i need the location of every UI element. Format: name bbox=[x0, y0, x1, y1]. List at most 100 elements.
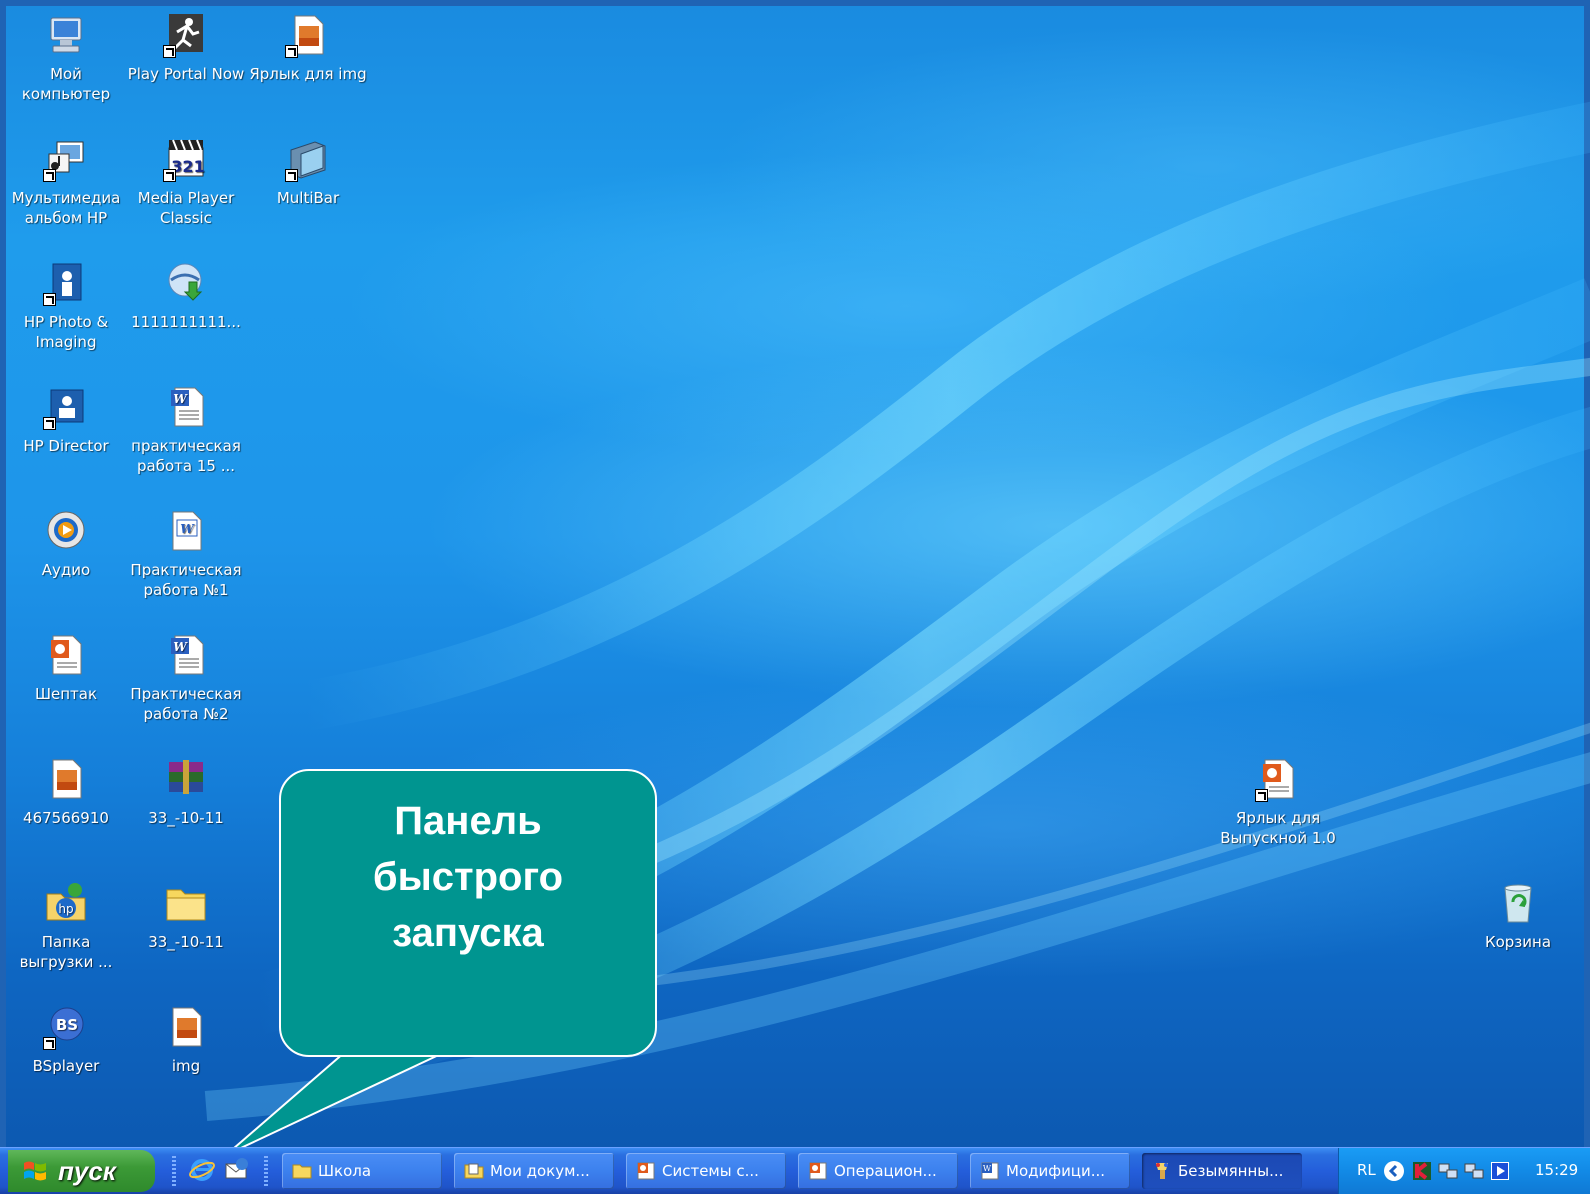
desktop-icon-label: Аудио bbox=[41, 561, 91, 579]
task-button-operating[interactable]: Операцион... bbox=[798, 1153, 958, 1189]
desktop-icon-33-archive[interactable]: 33_-10-11 bbox=[126, 756, 246, 828]
svg-text:W: W bbox=[173, 640, 188, 654]
word-document-icon: W bbox=[163, 384, 209, 430]
start-button-label: пуск bbox=[58, 1156, 116, 1186]
desktop-icon-bsplayer[interactable]: BS BSplayer bbox=[6, 1004, 126, 1076]
desktop-icon-label: 467566910 bbox=[23, 809, 109, 827]
powerpoint-shortcut-icon bbox=[1255, 756, 1301, 802]
powerpoint-icon bbox=[809, 1162, 827, 1180]
svg-text:W: W bbox=[173, 392, 188, 406]
task-button-modification[interactable]: W Модифици... bbox=[970, 1153, 1130, 1189]
network-icon[interactable] bbox=[1437, 1160, 1459, 1182]
desktop-icon-vypusknoy-shortcut[interactable]: Ярлык для Выпускной 1.0 bbox=[1218, 756, 1338, 848]
callout-line: Панель bbox=[394, 799, 542, 843]
my-computer-icon bbox=[43, 12, 89, 58]
quick-launch-grip[interactable] bbox=[172, 1156, 176, 1186]
desktop-icon-label: Ярлык для Выпускной 1.0 bbox=[1220, 809, 1336, 847]
desktop-icon-sheptak[interactable]: Шептак bbox=[6, 632, 126, 704]
my-documents-icon bbox=[464, 1163, 484, 1179]
desktop-icon-label: Мультимедиа альбом HP bbox=[11, 189, 121, 227]
task-button-label: Безымянны... bbox=[1178, 1162, 1284, 1180]
desktop-icon-467566910[interactable]: 467566910 bbox=[6, 756, 126, 828]
svg-text:hp: hp bbox=[58, 902, 73, 916]
desktop-icon-media-player-classic[interactable]: 321 Media Player Classic bbox=[126, 136, 246, 228]
task-button-label: Модифици... bbox=[1006, 1162, 1106, 1180]
powerpoint-file-icon bbox=[43, 632, 89, 678]
start-button[interactable]: пуск bbox=[8, 1150, 155, 1192]
svg-text:321: 321 bbox=[171, 157, 204, 176]
svg-text:W: W bbox=[180, 522, 195, 536]
hp-director-icon bbox=[43, 384, 89, 430]
internet-explorer-icon[interactable] bbox=[188, 1156, 216, 1184]
task-button-label: Системы с... bbox=[662, 1162, 759, 1180]
quick-launch-grip[interactable] bbox=[264, 1156, 268, 1186]
clock[interactable]: 15:29 bbox=[1535, 1161, 1578, 1179]
callout-line: быстрого bbox=[372, 855, 564, 899]
desktop-icon-label: 33_-10-11 bbox=[148, 809, 224, 827]
winrar-archive-icon bbox=[163, 756, 209, 802]
windows-logo-icon bbox=[24, 1161, 46, 1181]
image-file-icon bbox=[43, 756, 89, 802]
desktop-icon-33-folder[interactable]: 33_-10-11 bbox=[126, 880, 246, 952]
svg-text:BS: BS bbox=[56, 1016, 78, 1034]
desktop-icon-label: Ярлык для img bbox=[249, 65, 367, 83]
desktop-icon-label: практическая работа 15 ... bbox=[131, 437, 241, 475]
task-button-my-documents[interactable]: Мои докум... bbox=[454, 1153, 614, 1189]
show-hidden-icon[interactable] bbox=[1383, 1160, 1405, 1182]
task-button-untitled-paint[interactable]: Безымянны... bbox=[1142, 1153, 1302, 1189]
callout-tail bbox=[225, 1050, 448, 1156]
download-file-icon bbox=[163, 260, 209, 306]
desktop-icon-practical-1[interactable]: W Практическая работа №1 bbox=[126, 508, 246, 600]
hp-media-album-icon bbox=[43, 136, 89, 182]
desktop-icon-practical-2[interactable]: W Практическая работа №2 bbox=[126, 632, 246, 724]
desktop-icon-label: BSplayer bbox=[32, 1057, 100, 1075]
recycle-bin-icon bbox=[1495, 880, 1541, 926]
desktop-icon-label: HP Photo & Imaging bbox=[23, 313, 109, 351]
svg-text:W: W bbox=[983, 1164, 992, 1173]
task-button-label: Школа bbox=[318, 1162, 372, 1180]
bsplayer-icon: BS bbox=[43, 1004, 89, 1050]
desktop-icon-upload-folder[interactable]: hp Папка выгрузки ... bbox=[6, 880, 126, 972]
desktop-icon-audio[interactable]: Аудио bbox=[6, 508, 126, 580]
desktop-icon-label: Шептак bbox=[34, 685, 98, 703]
task-button-systems[interactable]: Системы с... bbox=[626, 1153, 786, 1189]
word-document-icon: W bbox=[163, 632, 209, 678]
task-button-label: Мои докум... bbox=[490, 1162, 590, 1180]
audio-player-icon bbox=[43, 508, 89, 554]
language-indicator[interactable]: RL bbox=[1357, 1161, 1376, 1179]
outlook-express-icon[interactable] bbox=[222, 1156, 250, 1184]
desktop-icon-multibar[interactable]: MultiBar bbox=[248, 136, 368, 208]
desktop-icon-label: Мой компьютер bbox=[21, 65, 111, 103]
desktop-icon-img-shortcut[interactable]: Ярлык для img bbox=[248, 12, 368, 84]
desktop-icon-label: HP Director bbox=[23, 437, 109, 455]
desktop-icon-play-portal[interactable]: Play Portal Now bbox=[126, 12, 246, 84]
folder-icon bbox=[163, 880, 209, 926]
desktop-icon-my-computer[interactable]: Мой компьютер bbox=[6, 12, 126, 104]
desktop-icon-label: 1111111111... bbox=[131, 313, 241, 331]
network-icon[interactable] bbox=[1463, 1160, 1485, 1182]
taskbar: пуск Школа Мои докум... Системы с... Опе… bbox=[0, 1147, 1590, 1194]
word-document-icon: W bbox=[163, 508, 209, 554]
desktop-icon-recycle-bin[interactable]: Корзина bbox=[1458, 880, 1578, 952]
desktop-icon-label: Корзина bbox=[1484, 933, 1552, 951]
desktop-icon-label: Практическая работа №1 bbox=[130, 561, 242, 599]
desktop-icon-hp-director[interactable]: HP Director bbox=[6, 384, 126, 456]
powerpoint-icon bbox=[637, 1162, 655, 1180]
word-icon: W bbox=[981, 1162, 999, 1180]
image-shortcut-icon bbox=[285, 12, 331, 58]
desktop-icon-label: Практическая работа №2 bbox=[130, 685, 242, 723]
desktop-icon-label: 33_-10-11 bbox=[148, 933, 224, 951]
desktop-icon-1111111111[interactable]: 1111111111... bbox=[126, 260, 246, 332]
desktop-icon-label: Play Portal Now bbox=[127, 65, 245, 83]
media-icon[interactable] bbox=[1489, 1160, 1511, 1182]
desktop-icon-practical-15[interactable]: W практическая работа 15 ... bbox=[126, 384, 246, 476]
task-button-school[interactable]: Школа bbox=[282, 1153, 442, 1189]
desktop-icon-label: Папка выгрузки ... bbox=[19, 933, 113, 971]
quick-launch-callout: Панель быстрого запуска bbox=[279, 769, 657, 1057]
hp-upload-folder-icon: hp bbox=[43, 880, 89, 926]
desktop-icon-hp-photo-imaging[interactable]: HP Photo & Imaging bbox=[6, 260, 126, 352]
desktop-icon-hp-media-album[interactable]: Мультимедиа альбом HP bbox=[6, 136, 126, 228]
callout-line: запуска bbox=[392, 911, 544, 955]
desktop-icon-label: Media Player Classic bbox=[137, 189, 235, 227]
kaspersky-icon[interactable] bbox=[1411, 1160, 1433, 1182]
